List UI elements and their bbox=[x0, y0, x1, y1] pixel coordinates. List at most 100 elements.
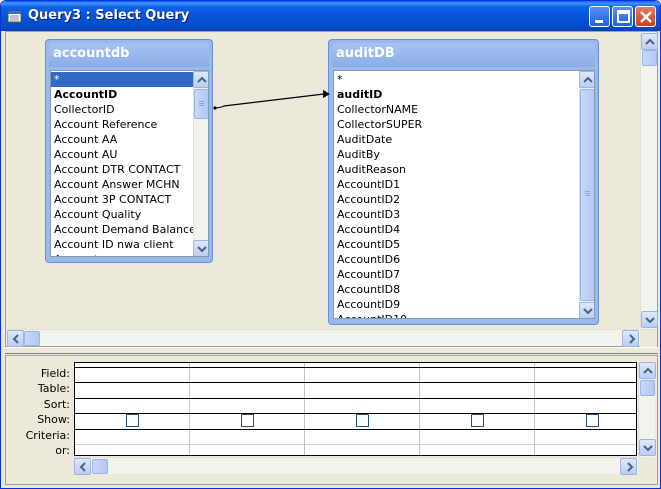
field-item[interactable]: Account Reference bbox=[51, 117, 193, 132]
field-item[interactable]: CollectorID bbox=[51, 102, 193, 117]
query-icon bbox=[7, 10, 22, 23]
field-item[interactable]: AccountID10 bbox=[334, 312, 579, 318]
scroll-up-button[interactable] bbox=[193, 71, 208, 88]
pane-vertical-scrollbar[interactable] bbox=[640, 32, 658, 329]
scroll-thumb[interactable] bbox=[580, 89, 594, 301]
grid-column[interactable] bbox=[535, 363, 636, 455]
chevron-left-icon bbox=[12, 334, 19, 344]
grid-column[interactable] bbox=[190, 363, 305, 455]
scroll-right-button[interactable] bbox=[620, 458, 637, 475]
grid-vertical-scrollbar[interactable] bbox=[638, 362, 656, 457]
show-checkbox[interactable] bbox=[471, 414, 484, 428]
scroll-thumb[interactable] bbox=[24, 331, 40, 346]
field-item[interactable]: AccountID3 bbox=[334, 207, 579, 222]
show-checkbox[interactable] bbox=[126, 414, 139, 428]
design-grid[interactable] bbox=[74, 362, 637, 456]
field-item[interactable]: auditID bbox=[334, 87, 579, 102]
design-grid-pane[interactable]: Field: Table: Sort: Show: Criteria: or: bbox=[5, 355, 658, 485]
scroll-right-button[interactable] bbox=[622, 330, 639, 347]
scroll-down-button[interactable] bbox=[641, 311, 658, 328]
field-item[interactable]: * bbox=[51, 72, 193, 87]
field-list-accountdb[interactable]: accountdb * AccountID CollectorID Account R… bbox=[45, 39, 213, 263]
field-item[interactable]: Account DTR CONTACT bbox=[51, 162, 193, 177]
field-item[interactable]: Account ID nwa client bbox=[51, 237, 193, 252]
grid-column[interactable] bbox=[305, 363, 420, 455]
grid-row-label: Show: bbox=[37, 413, 70, 427]
chevron-up-icon bbox=[643, 367, 653, 374]
scroll-thumb[interactable] bbox=[194, 89, 208, 119]
grid-row-line bbox=[75, 382, 636, 384]
title-bar[interactable]: Query3 : Select Query bbox=[1, 1, 660, 31]
field-item[interactable]: AccountID5 bbox=[334, 237, 579, 252]
field-item[interactable]: Account AU bbox=[51, 147, 193, 162]
field-item[interactable]: AccountID9 bbox=[334, 297, 579, 312]
show-checkbox[interactable] bbox=[586, 414, 599, 428]
grid-row-line bbox=[75, 428, 636, 430]
minimize-button[interactable] bbox=[589, 6, 610, 27]
grid-row-line bbox=[75, 397, 636, 399]
field-item[interactable]: AccountID8 bbox=[334, 282, 579, 297]
field-list-box[interactable]: * AccountID CollectorID Account Reference Ac… bbox=[50, 70, 209, 257]
field-item[interactable]: AccountID4 bbox=[334, 222, 579, 237]
scroll-up-button[interactable] bbox=[641, 33, 658, 50]
field-item[interactable]: AccountID7 bbox=[334, 267, 579, 282]
field-item[interactable]: AccountID6 bbox=[334, 252, 579, 267]
field-item[interactable]: Account 3P CONTACT bbox=[51, 192, 193, 207]
chevron-down-icon bbox=[197, 246, 207, 253]
scroll-up-button[interactable] bbox=[639, 362, 656, 379]
table-pane[interactable]: accountdb * AccountID CollectorID Account R… bbox=[5, 31, 658, 347]
grid-row-label: or: bbox=[55, 443, 70, 457]
query-window: Query3 : Select Query accountdb * Account… bbox=[0, 0, 661, 489]
field-item[interactable]: AuditReason bbox=[334, 162, 579, 177]
minimize-icon bbox=[595, 20, 603, 23]
field-list-title[interactable]: auditDB bbox=[332, 43, 595, 67]
field-item[interactable]: CollectorNAME bbox=[334, 102, 579, 117]
grid-horizontal-scrollbar[interactable] bbox=[74, 457, 638, 475]
field-list-title[interactable]: accountdb bbox=[49, 43, 209, 67]
chevron-down-icon bbox=[643, 445, 653, 452]
scroll-up-button[interactable] bbox=[579, 71, 594, 88]
field-item[interactable]: AccountID bbox=[51, 87, 193, 102]
field-item[interactable]: Account Demand Balance bbox=[51, 222, 196, 237]
grid-row-label: Criteria: bbox=[25, 428, 70, 442]
grid-column[interactable] bbox=[420, 363, 535, 455]
field-list-box[interactable]: * auditID CollectorNAME CollectorSUPER Audit… bbox=[333, 70, 595, 319]
scroll-left-button[interactable] bbox=[74, 458, 91, 475]
grid-row-line bbox=[75, 367, 636, 368]
maximize-icon bbox=[617, 10, 630, 23]
vertical-scrollbar[interactable] bbox=[193, 71, 208, 256]
show-checkbox[interactable] bbox=[241, 414, 254, 428]
close-button[interactable] bbox=[635, 6, 656, 27]
show-checkbox[interactable] bbox=[356, 414, 369, 428]
field-item[interactable]: AccountID1 bbox=[334, 177, 579, 192]
pane-horizontal-scrollbar[interactable] bbox=[6, 329, 657, 347]
grid-column[interactable] bbox=[75, 363, 190, 455]
field-item[interactable]: * bbox=[334, 72, 579, 87]
chevron-left-icon bbox=[79, 462, 86, 472]
field-item[interactable]: AuditDate bbox=[334, 132, 579, 147]
scroll-thumb[interactable] bbox=[640, 380, 655, 396]
chevron-right-icon bbox=[629, 334, 636, 344]
field-item[interactable]: Account ... bbox=[51, 252, 193, 256]
field-item[interactable]: Account Quality bbox=[51, 207, 193, 222]
field-item[interactable]: CollectorSUPER bbox=[334, 117, 579, 132]
chevron-right-icon bbox=[627, 462, 634, 472]
field-list-auditdb[interactable]: auditDB * auditID CollectorNAME CollectorSU… bbox=[328, 39, 599, 325]
scroll-left-button[interactable] bbox=[7, 330, 24, 347]
field-item[interactable]: Account AA bbox=[51, 132, 193, 147]
maximize-button[interactable] bbox=[612, 6, 633, 27]
field-item[interactable]: Account Answer MCHN bbox=[51, 177, 193, 192]
grid-row-line bbox=[75, 413, 636, 415]
field-item[interactable]: AccountID2 bbox=[334, 192, 579, 207]
scroll-thumb[interactable] bbox=[92, 459, 108, 474]
vertical-scrollbar[interactable] bbox=[579, 71, 594, 318]
field-item[interactable]: AuditBy bbox=[334, 147, 579, 162]
chevron-down-icon bbox=[583, 308, 593, 315]
scroll-down-button[interactable] bbox=[193, 240, 208, 256]
scroll-thumb[interactable] bbox=[642, 50, 657, 66]
scroll-down-button[interactable] bbox=[579, 302, 594, 318]
pane-splitter[interactable] bbox=[5, 347, 658, 354]
scroll-down-button[interactable] bbox=[639, 439, 656, 456]
chevron-up-icon bbox=[583, 76, 593, 83]
grid-row-label: Field: bbox=[40, 367, 70, 380]
